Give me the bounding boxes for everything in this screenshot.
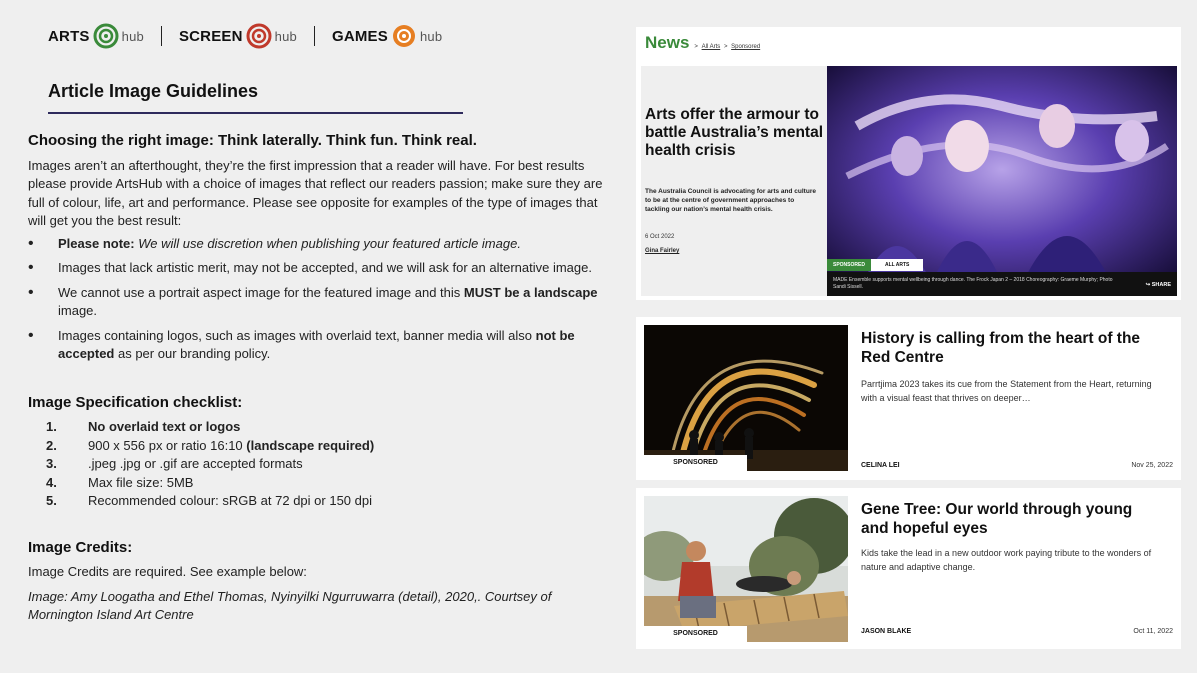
list-item: Please note: We will use discretion when… [28, 235, 618, 254]
news-author[interactable]: Gina Fairley [645, 248, 679, 254]
news-date: 6 Oct 2022 [645, 234, 675, 240]
list-item: 1. No overlaid text or logos [46, 419, 241, 434]
light-tunnel-photo [644, 325, 848, 471]
article-excerpt: Kids take the lead in a new outdoor work… [861, 548, 1152, 572]
list-item: 5. Recommended colour: sRGB at 72 dpi or … [46, 493, 372, 508]
brand-header: ARTS hub SCREEN hub GAMES hub [48, 22, 442, 50]
breadcrumb: > All Arts > Sponsored [694, 44, 761, 50]
article-author[interactable]: CELINA LEI [861, 462, 900, 469]
article-date: Nov 25, 2022 [1131, 462, 1173, 469]
section-heading-credits: Image Credits: [28, 538, 133, 556]
brand-divider [160, 26, 162, 46]
article-title[interactable]: History is calling from the heart of the… [861, 329, 1161, 367]
article-author[interactable]: JASON BLAKE [861, 628, 911, 635]
gameshub-swirl-icon [392, 25, 415, 47]
artshub-logo[interactable]: ARTS hub [48, 23, 144, 49]
gene-tree-photo [644, 496, 848, 642]
news-text-panel: Arts offer the armour to battle Australi… [641, 66, 827, 296]
news-headline[interactable]: Arts offer the armour to battle Australi… [645, 106, 823, 160]
brand-divider [313, 26, 315, 46]
gameshub-logo[interactable]: GAMES hub [332, 23, 442, 49]
screenhub-swirl-icon [246, 23, 272, 49]
sponsored-badge: SPONSORED [644, 626, 747, 642]
credits-example: Image: Amy Loogatha and Ethel Thomas, Ny… [28, 588, 552, 623]
article-card[interactable]: SPONSORED Gene Tree: Our world through y… [636, 488, 1181, 649]
section-heading-checklist: Image Specification checklist: [28, 393, 243, 411]
news-header: News > All Arts > Sponsored [645, 33, 762, 53]
article-excerpt: Parrtjima 2023 takes its cue from the St… [861, 379, 1152, 403]
news-tags: SPONSORED ALL ARTS [827, 259, 924, 271]
list-item: 2. 900 x 556 px or ratio 16:10 (landscape… [46, 437, 375, 453]
list-item: 3. .jpeg .jpg or .gif are accepted format… [46, 456, 303, 471]
list-item: Images that lack artistic merit, may not… [28, 259, 618, 278]
news-summary: The Australia Council is advocating for … [645, 188, 816, 213]
title-underline [48, 112, 463, 114]
share-icon: ↪ [1145, 282, 1151, 288]
guidelines-list: Please note: We will use discretion when… [28, 235, 618, 364]
image-caption: MADE Ensemble supports mental wellbeing … [827, 272, 1177, 296]
page-title: Article Image Guidelines [48, 81, 259, 101]
tag-sponsored[interactable]: SPONSORED [827, 259, 871, 271]
article-image[interactable] [644, 325, 848, 471]
news-feature-image[interactable]: SPONSORED ALL ARTS MADE Ensemble support… [827, 66, 1177, 296]
news-feature-card[interactable]: News > All Arts > Sponsored Arts offer t… [636, 27, 1181, 300]
spec-checklist: 1. No overlaid text or logos 2. 900 x 556 … [28, 418, 618, 511]
list-item: Images containing logos, such as images … [28, 327, 618, 364]
share-button[interactable]: ↪ SHARE [1146, 282, 1171, 288]
article-title[interactable]: Gene Tree: Our world through young and h… [861, 500, 1161, 538]
article-card[interactable]: SPONSORED History is calling from the he… [636, 317, 1181, 480]
screenhub-logo[interactable]: SCREEN hub [179, 23, 297, 49]
artshub-swirl-icon [93, 23, 119, 49]
guidelines-content: Choosing the right image: Think laterall… [28, 132, 618, 625]
intro-paragraph: Images aren’t an afterthought, they’re t… [28, 157, 603, 229]
article-date: Oct 11, 2022 [1133, 628, 1173, 635]
list-item: We cannot use a portrait aspect image fo… [28, 284, 618, 321]
credits-text: Image Credits are required. See example … [28, 564, 307, 579]
tag-all-arts[interactable]: ALL ARTS [870, 259, 924, 271]
breadcrumb-sponsored[interactable]: Sponsored [731, 44, 760, 50]
list-item: 4. Max file size: 5MB [46, 474, 194, 490]
section-heading-choosing: Choosing the right image: Think laterall… [28, 132, 477, 149]
article-image[interactable] [644, 496, 848, 642]
breadcrumb-all-arts[interactable]: All Arts [702, 44, 721, 50]
news-label: News [645, 33, 690, 52]
sponsored-badge: SPONSORED [644, 455, 747, 471]
